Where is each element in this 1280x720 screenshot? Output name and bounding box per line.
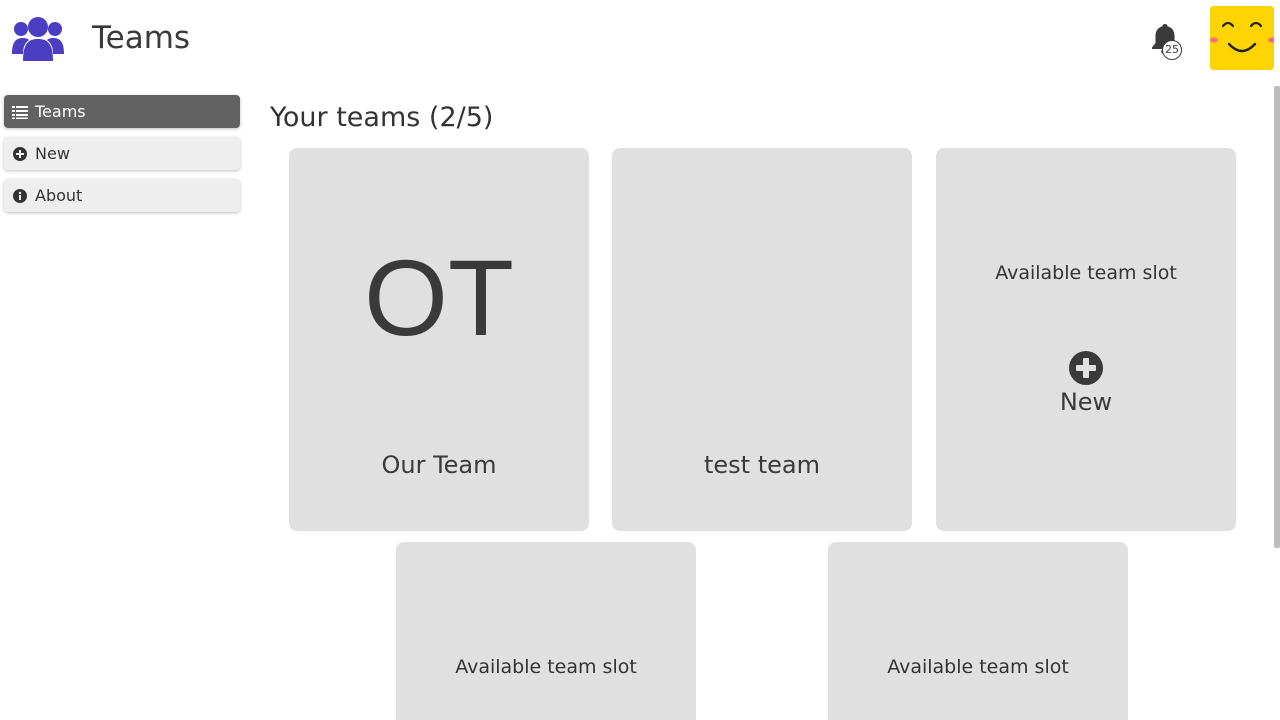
sidebar-item-new[interactable]: New	[4, 137, 240, 170]
sidebar-item-about[interactable]: About	[4, 179, 240, 212]
team-card-our-team[interactable]: OT Our Team	[289, 148, 589, 531]
sidebar: Teams New About	[4, 95, 240, 221]
plus-circle-icon	[1069, 351, 1103, 385]
team-card-test-team[interactable]: test team	[612, 148, 912, 531]
avatar[interactable]	[1210, 6, 1274, 70]
scrollbar[interactable]	[1274, 86, 1280, 548]
list-icon	[12, 104, 28, 120]
smiley-avatar	[1210, 6, 1274, 70]
page-title: Your teams (2/5)	[270, 102, 494, 133]
available-slot-card[interactable]: Available team slot New	[936, 148, 1236, 531]
notifications-button[interactable]: 25	[1150, 22, 1184, 62]
sidebar-item-teams[interactable]: Teams	[4, 95, 240, 128]
new-team-label: New	[1059, 388, 1113, 416]
slot-label: Available team slot	[887, 656, 1069, 678]
plus-circle-icon	[12, 146, 28, 162]
sidebar-item-label: About	[35, 186, 83, 205]
team-name: test team	[704, 451, 820, 479]
info-icon	[12, 188, 28, 204]
available-slot-card[interactable]: Available team slot	[828, 542, 1128, 720]
slot-label: Available team slot	[455, 656, 637, 678]
team-name: Our Team	[381, 451, 497, 479]
available-slot-card[interactable]: Available team slot	[396, 542, 696, 720]
sidebar-item-label: New	[35, 144, 70, 163]
sidebar-item-label: Teams	[35, 102, 86, 121]
team-initials: OT	[364, 237, 514, 358]
app-header: Teams 25	[0, 0, 1280, 80]
notification-count-badge: 25	[1162, 40, 1182, 60]
new-team-button[interactable]: New	[936, 350, 1236, 417]
users-icon[interactable]	[12, 14, 64, 62]
slot-label: Available team slot	[995, 262, 1177, 284]
app-title: Teams	[92, 20, 191, 56]
